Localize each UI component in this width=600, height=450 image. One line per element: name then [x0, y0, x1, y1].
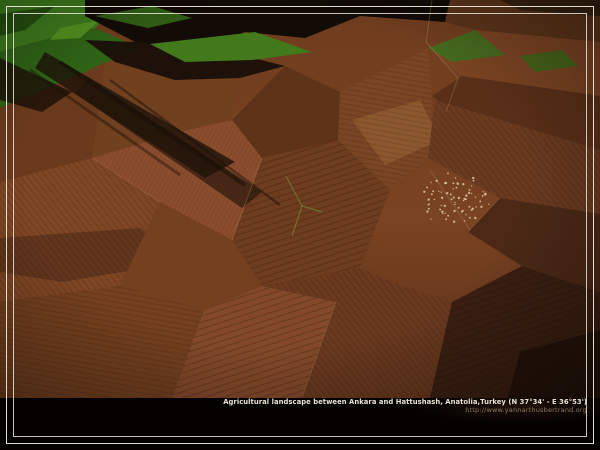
caption-title: Agricultural landscape between Ankara an… [223, 399, 587, 406]
aerial-photo [0, 0, 600, 398]
wallpaper-root: Agricultural landscape between Ankara an… [0, 0, 600, 450]
caption: Agricultural landscape between Ankara an… [223, 399, 587, 414]
caption-url: http://www.yannarthusbertrand.org [223, 407, 587, 414]
